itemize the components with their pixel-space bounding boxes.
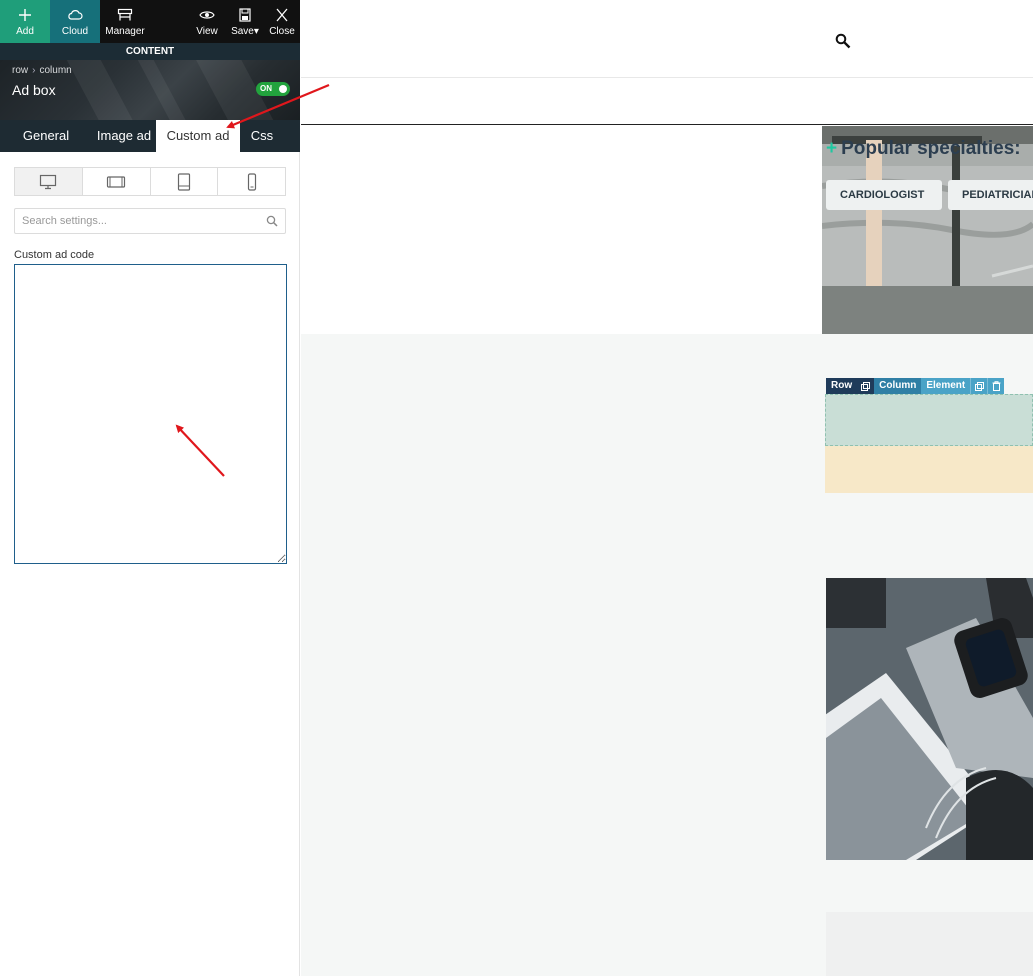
close-icon [276, 8, 288, 22]
copy-icon [974, 381, 984, 391]
save-button[interactable]: Save▾ [226, 0, 264, 43]
mobile-icon [247, 172, 256, 191]
smartwatch-photo [826, 578, 1033, 860]
caret-down-icon: ▾ [253, 26, 259, 37]
close-button[interactable]: Close [264, 0, 300, 43]
add-button-label: Add [16, 26, 34, 37]
site-nav [301, 79, 1033, 125]
breadcrumb: row › column [12, 65, 72, 76]
cloud-button-label: Cloud [61, 26, 89, 37]
chevron-right-icon: › [32, 65, 36, 76]
enable-toggle[interactable]: ON [256, 82, 290, 96]
breadcrumb-item-row[interactable]: row [12, 65, 28, 76]
settings-tabs: General Image ad Custom ad Css [0, 120, 300, 152]
device-mobile-button[interactable] [218, 168, 285, 195]
tab-image-ad[interactable]: Image ad [92, 120, 156, 152]
layout-icon [117, 8, 133, 21]
device-switcher [14, 167, 286, 196]
specialty-chip-pediatrician[interactable]: PEDIATRICIAN [948, 180, 1033, 210]
manager-button-label: Manager [105, 26, 145, 37]
search-input[interactable] [15, 209, 255, 233]
row-copy-button[interactable] [857, 378, 875, 394]
settings-search [14, 208, 286, 234]
element-toolbar: Row Column Element [826, 378, 1005, 394]
editor-panel: Add Cloud Manager View Save▾ Close CONTE… [0, 0, 300, 976]
tablet-portrait-icon [177, 172, 190, 191]
element-copy-button[interactable] [970, 378, 988, 394]
device-tablet-landscape-button[interactable] [83, 168, 151, 195]
site-header [301, 0, 1033, 78]
view-button[interactable]: View [188, 0, 226, 43]
element-delete-button[interactable] [987, 378, 1005, 394]
row-handle[interactable]: Row [826, 378, 858, 394]
header-decor [127, 60, 207, 120]
element-header: row › column Ad box ON [0, 60, 300, 120]
tab-css[interactable]: Css [240, 120, 284, 152]
breadcrumb-item-column[interactable]: column [39, 65, 71, 76]
panel-title: Ad box [12, 82, 56, 98]
save-button-label-wrap: Save▾ [231, 26, 259, 37]
plus-icon [19, 9, 31, 21]
specialties-title-text: Popular specialties: [841, 138, 1021, 159]
toggle-label: ON [260, 84, 272, 93]
floppy-disk-icon [239, 8, 251, 22]
search-icon[interactable] [835, 33, 851, 49]
device-desktop-button[interactable] [15, 168, 83, 195]
element-padding-highlight [825, 446, 1033, 493]
cloud-button[interactable]: Cloud [50, 0, 100, 43]
trash-icon [992, 381, 1001, 391]
header-decor [58, 60, 152, 120]
tab-custom-ad[interactable]: Custom ad [156, 120, 240, 152]
custom-ad-code-field[interactable] [14, 264, 287, 564]
element-handle[interactable]: Element [921, 378, 971, 394]
editor-toolbar: Add Cloud Manager View Save▾ Close [0, 0, 300, 43]
toggle-knob [279, 85, 287, 93]
tablet-landscape-icon [107, 175, 126, 188]
eye-icon [199, 11, 215, 19]
specialty-chip-cardiologist[interactable]: CARDIOLOGIST [826, 180, 942, 210]
search-icon [266, 215, 278, 227]
cloud-icon [68, 10, 83, 20]
close-button-label: Close [269, 26, 295, 37]
copy-icon [861, 381, 871, 391]
content-section-bar: CONTENT [0, 43, 300, 60]
tab-general[interactable]: General [0, 120, 92, 152]
ad-box-element-highlight[interactable] [825, 394, 1033, 446]
next-section-card [826, 912, 1033, 976]
desktop-icon [40, 174, 57, 189]
manager-button[interactable]: Manager [100, 0, 150, 43]
screen: Add Cloud Manager View Save▾ Close CONTE… [0, 0, 1033, 976]
smartwatch-image [826, 578, 1033, 860]
save-button-label: Save [231, 26, 254, 37]
page-preview: + Popular specialties: CARDIOLOGIST PEDIA… [301, 0, 1033, 976]
specialties-title: + Popular specialties: [826, 138, 1021, 160]
device-tablet-portrait-button[interactable] [151, 168, 219, 195]
add-button[interactable]: Add [0, 0, 50, 43]
column-handle[interactable]: Column [874, 378, 922, 394]
custom-ad-code-label: Custom ad code [14, 249, 95, 261]
view-button-label: View [196, 26, 218, 37]
hero-image: + Popular specialties: CARDIOLOGIST PEDIA… [822, 126, 1033, 334]
plus-icon: + [826, 138, 838, 159]
hero-content [301, 126, 822, 334]
